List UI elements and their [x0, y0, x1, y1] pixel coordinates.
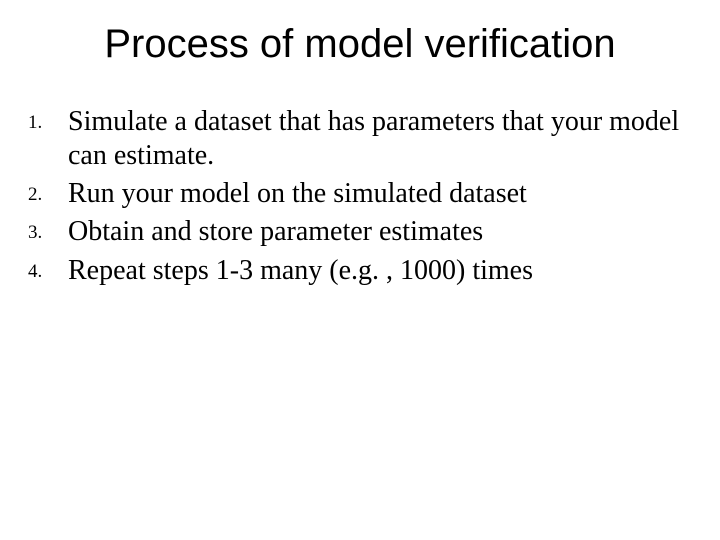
slide: Process of model verification 1. Simulat… [0, 0, 720, 540]
list-item: 3. Obtain and store parameter estimates [28, 215, 680, 249]
slide-title: Process of model verification [0, 0, 720, 67]
list-number: 3. [28, 215, 68, 244]
list-text: Repeat steps 1-3 many (e.g. , 1000) time… [68, 254, 680, 288]
list-item: 1. Simulate a dataset that has parameter… [28, 105, 680, 173]
list-text: Run your model on the simulated dataset [68, 177, 680, 211]
list-item: 2. Run your model on the simulated datas… [28, 177, 680, 211]
list-item: 4. Repeat steps 1-3 many (e.g. , 1000) t… [28, 254, 680, 288]
list-text: Obtain and store parameter estimates [68, 215, 680, 249]
list-number: 4. [28, 254, 68, 283]
list-text: Simulate a dataset that has parameters t… [68, 105, 680, 173]
numbered-list: 1. Simulate a dataset that has parameter… [0, 105, 720, 288]
list-number: 1. [28, 105, 68, 134]
list-number: 2. [28, 177, 68, 206]
